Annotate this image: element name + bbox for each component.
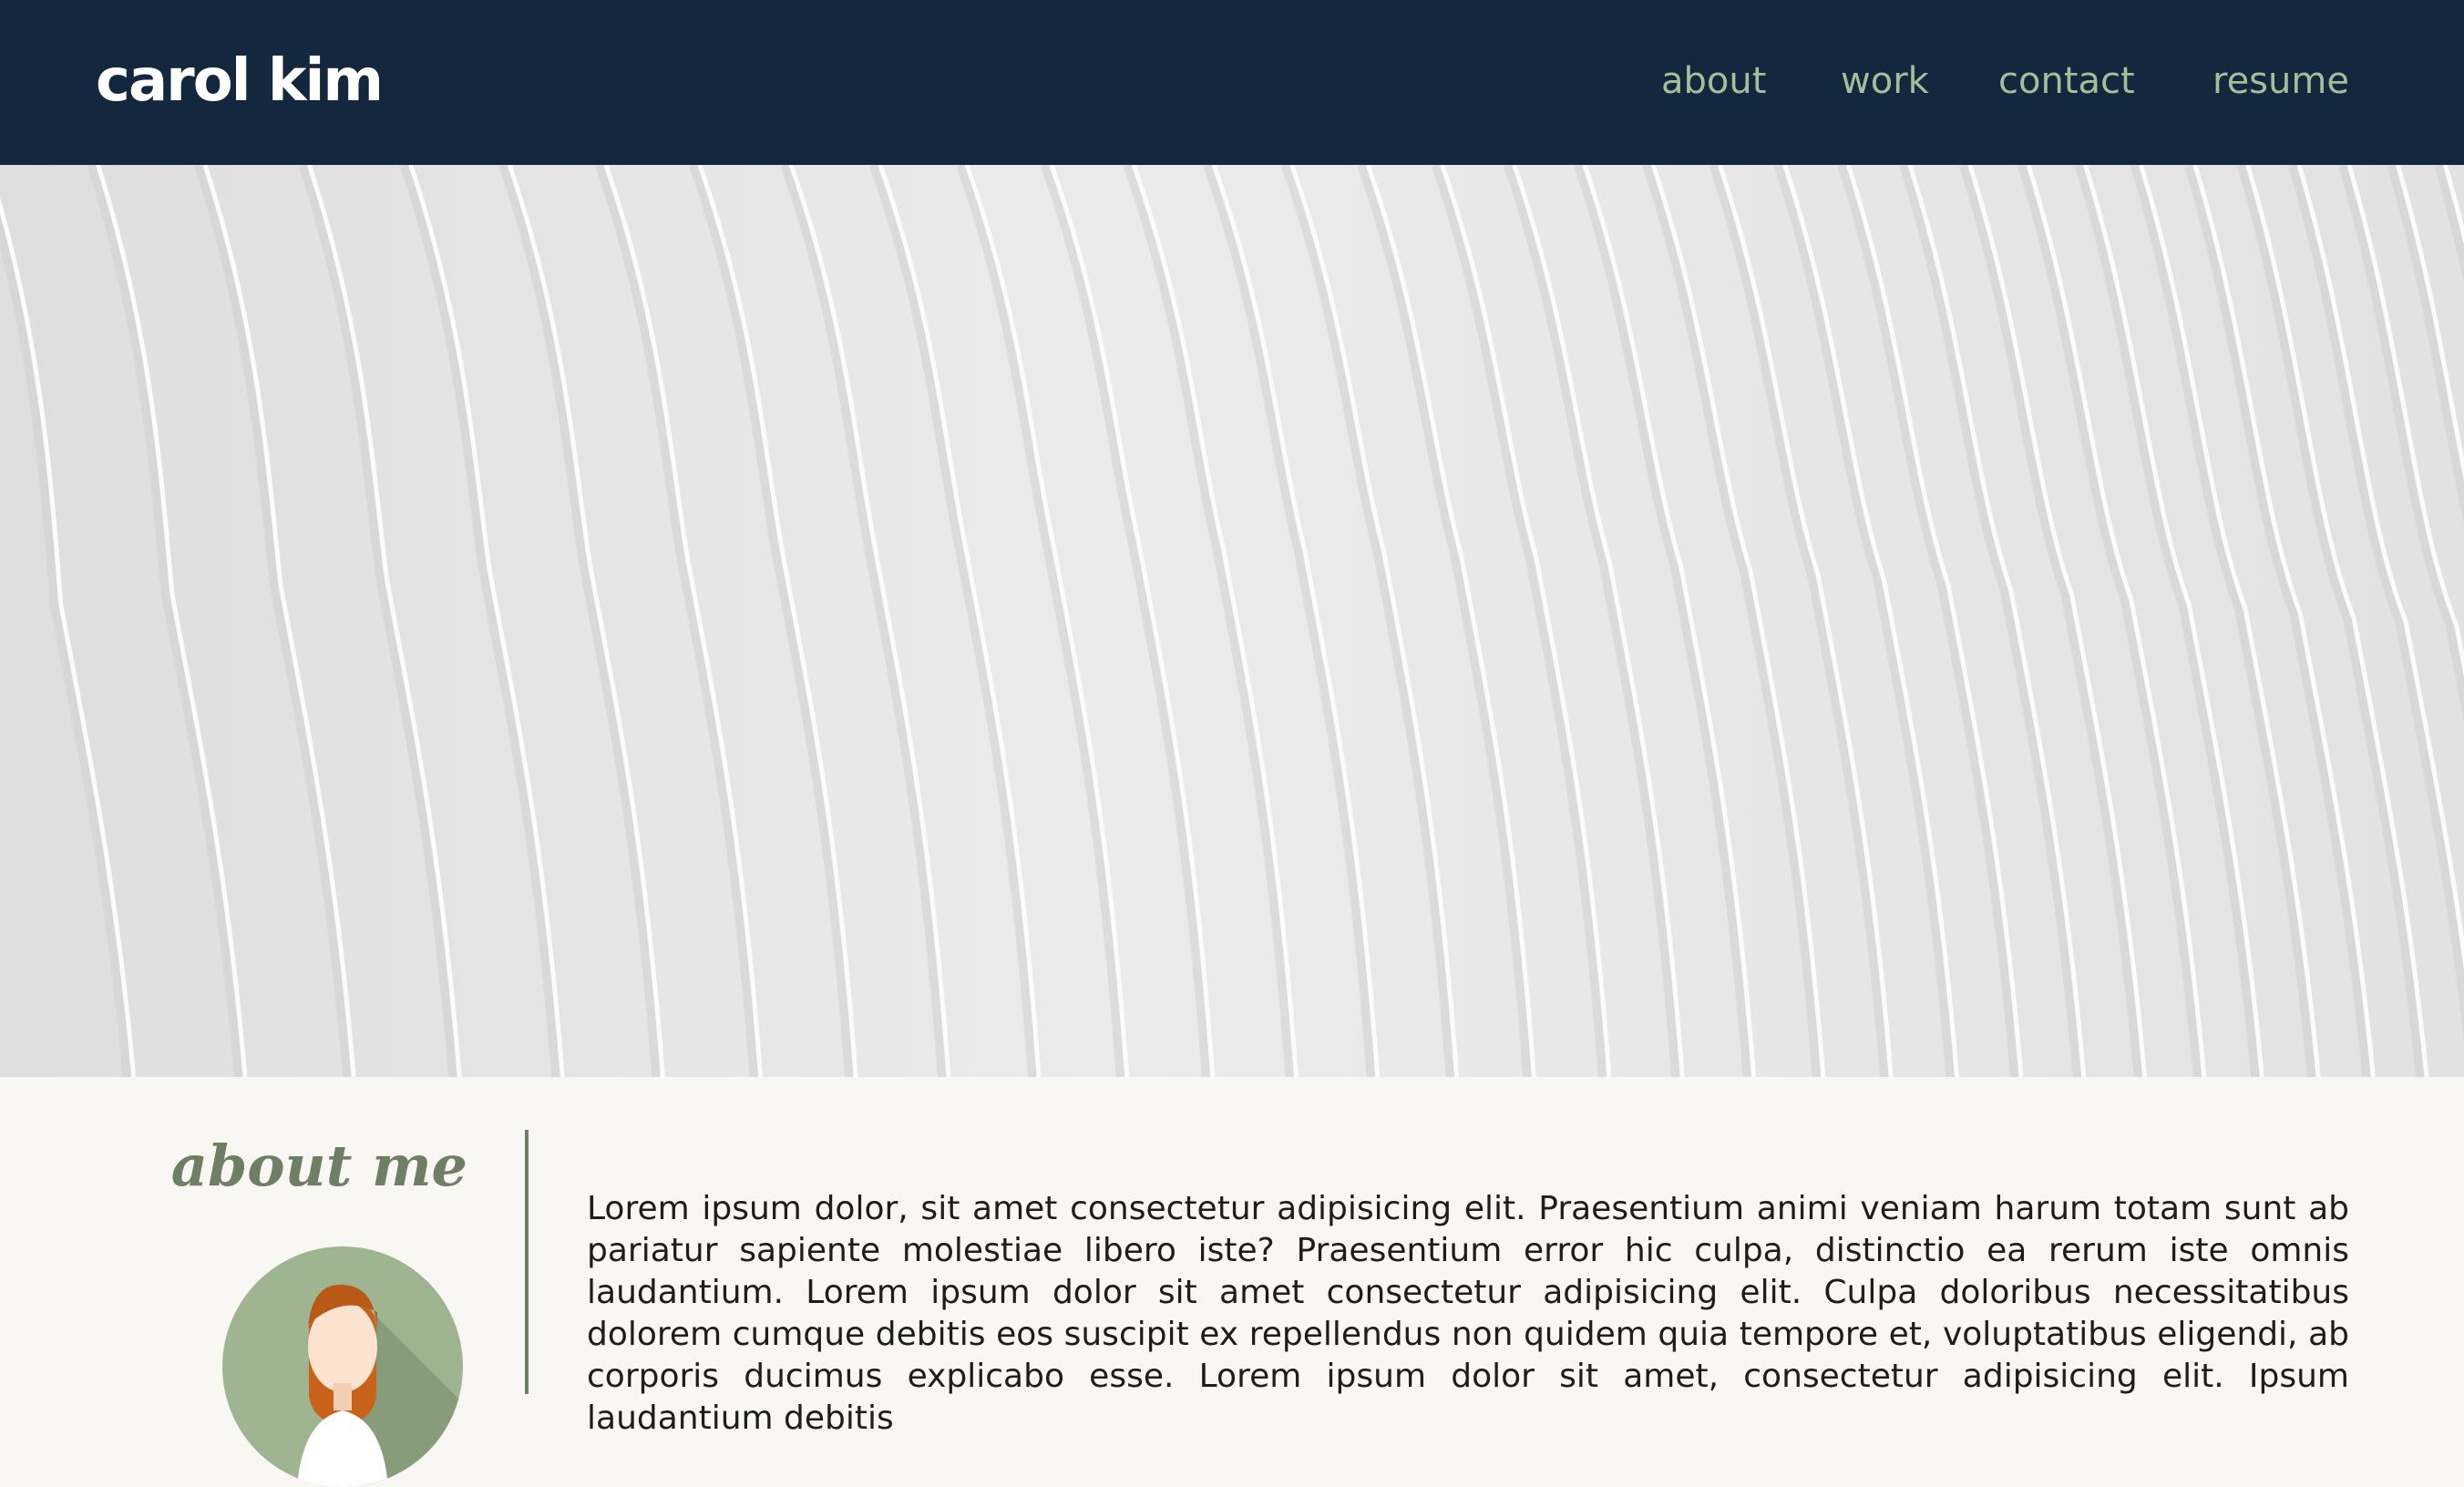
about-heading: about me — [170, 1133, 467, 1199]
avatar — [222, 1246, 463, 1487]
nav-contact[interactable]: contact — [1998, 53, 2135, 109]
hero-wave-pattern — [0, 165, 2464, 1077]
about-text: Lorem ipsum dolor, sit amet consectetur … — [587, 1190, 2349, 1437]
hero-image — [0, 165, 2464, 1077]
nav-about[interactable]: about — [1661, 53, 1766, 109]
site-logo[interactable]: carol kim — [96, 42, 384, 120]
section-divider — [525, 1130, 529, 1394]
avatar-illustration — [297, 1283, 463, 1487]
site-header: carol kim about work contact resume — [0, 0, 2464, 165]
nav-resume[interactable]: resume — [2212, 53, 2349, 109]
nav-work[interactable]: work — [1841, 53, 1929, 109]
